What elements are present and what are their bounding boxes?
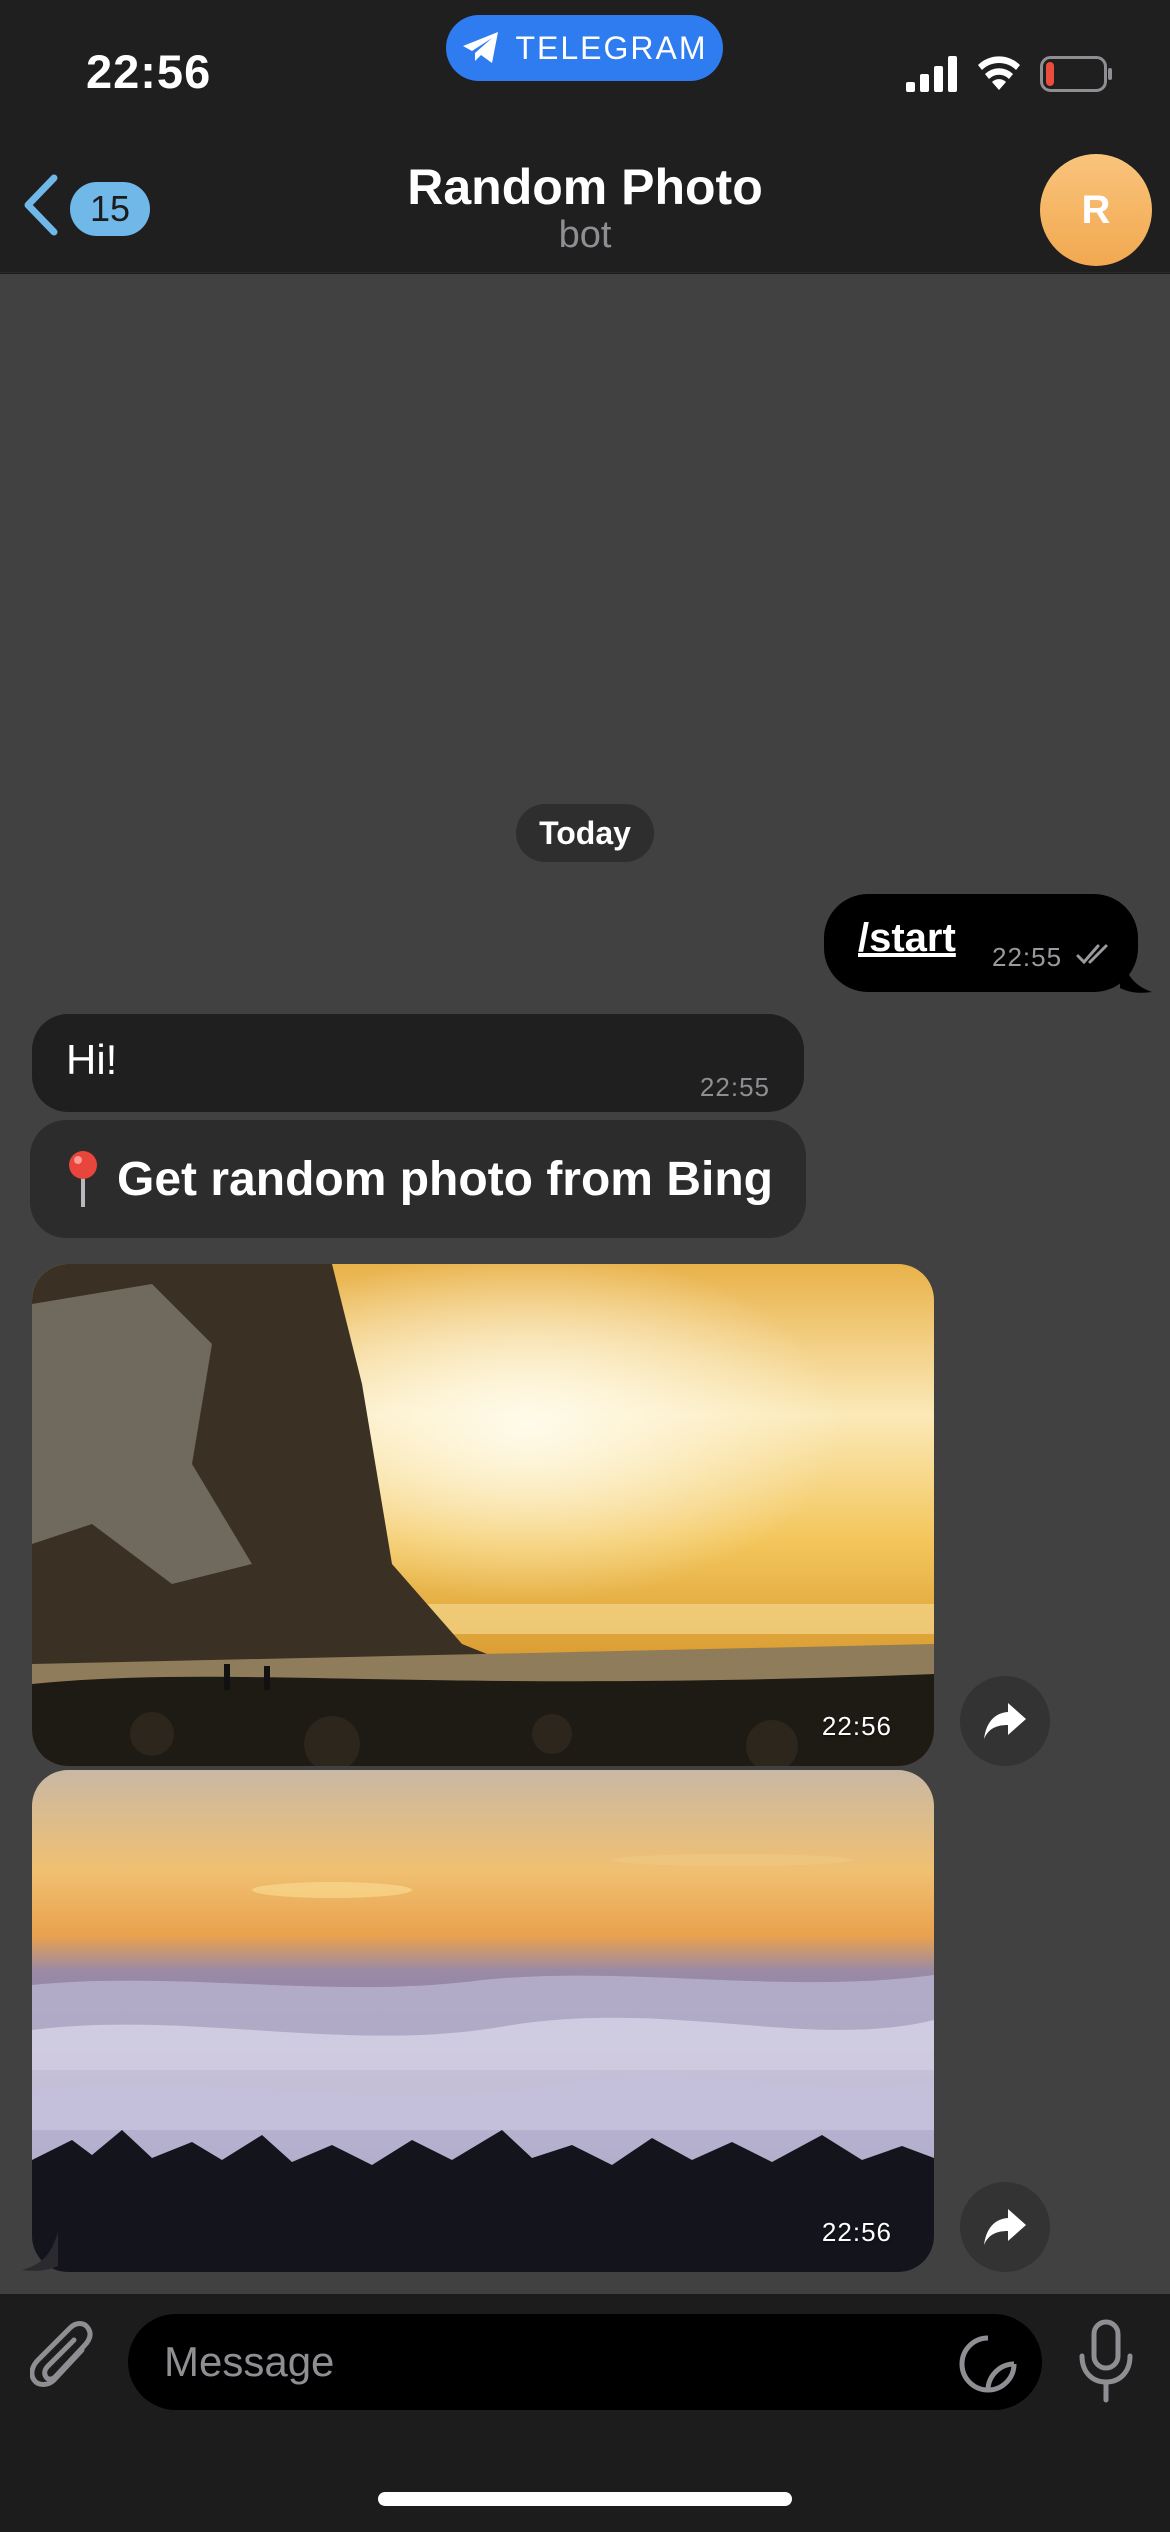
message-text[interactable]: /start — [858, 916, 956, 961]
message-input[interactable] — [164, 2314, 944, 2410]
share-button[interactable] — [960, 1676, 1050, 1766]
share-button[interactable] — [960, 2182, 1050, 2272]
wifi-icon — [978, 56, 1020, 90]
bubble-tail — [22, 2232, 58, 2271]
signal-icon — [906, 56, 957, 92]
telegram-pill-label: TELEGRAM — [515, 29, 708, 66]
chat-title[interactable]: Random Photo — [0, 158, 1170, 216]
date-chip: Today — [516, 804, 654, 862]
home-indicator[interactable] — [378, 2492, 792, 2506]
battery-icon — [1040, 56, 1112, 92]
message-field[interactable] — [128, 2314, 1042, 2410]
status-time: 22:56 — [86, 45, 212, 98]
bubble-tail — [1120, 954, 1152, 993]
sticker-icon[interactable] — [958, 2334, 1018, 2394]
message-time: 22:56 — [821, 2217, 892, 2247]
message-time: 22:55 — [699, 1072, 770, 1102]
double-check-icon — [1076, 944, 1108, 965]
input-bar — [0, 2294, 1170, 2532]
status-bar: 22:56 TELEGRAM — [0, 0, 1170, 150]
photo-sea-of-clouds — [32, 1770, 934, 2272]
pin-icon — [69, 1151, 98, 1207]
chat-subtitle: bot — [558, 214, 612, 256]
photo-message[interactable]: 22:56 — [32, 1264, 934, 1766]
share-icon — [984, 1703, 1026, 1739]
share-icon — [984, 2209, 1026, 2245]
message-time: 22:55 — [992, 942, 1063, 972]
telegram-plane-icon — [463, 32, 499, 63]
incoming-message[interactable]: Hi! 22:55 — [32, 1014, 804, 1112]
outgoing-message[interactable]: /start 22:55 — [824, 894, 1138, 992]
photo-cliff-sunset — [32, 1264, 934, 1766]
get-random-photo-button[interactable]: Get random photo from Bing — [30, 1120, 806, 1238]
microphone-icon[interactable] — [1076, 2318, 1136, 2404]
message-text: Hi! — [66, 1036, 118, 1083]
paperclip-icon[interactable] — [30, 2320, 100, 2400]
avatar[interactable]: R — [1040, 154, 1152, 266]
chat-header: 15 Random Photo bot R — [0, 150, 1170, 273]
telegram-pill[interactable]: TELEGRAM — [446, 15, 723, 81]
chat-area[interactable]: Today /start 22:55 Hi! 22:55 Get random … — [0, 274, 1170, 2294]
keyboard-button-label: Get random photo from Bing — [117, 1152, 773, 1206]
photo-message[interactable]: 22:56 — [32, 1770, 934, 2272]
message-time: 22:56 — [821, 1711, 892, 1741]
